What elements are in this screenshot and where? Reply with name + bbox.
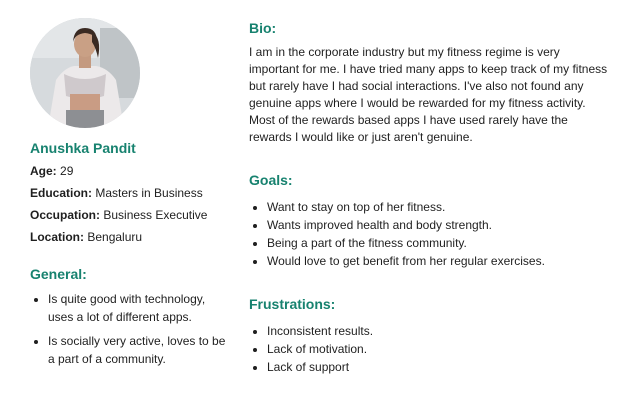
list-item: Lack of motivation.	[267, 340, 609, 358]
goals-list: Want to stay on top of her fitness. Want…	[249, 198, 609, 270]
general-list: Is quite good with technology, uses a lo…	[30, 290, 230, 368]
list-item: Want to stay on top of her fitness.	[267, 198, 609, 216]
occupation-label: Occupation:	[30, 208, 101, 222]
frustrations-heading: Frustrations:	[249, 296, 336, 312]
occupation-value: Business Executive	[103, 208, 208, 222]
list-item: Inconsistent results.	[267, 322, 609, 340]
occupation-field: Occupation: Business Executive	[30, 208, 230, 222]
age-field: Age: 29	[30, 164, 230, 178]
list-item: Would love to get benefit from her regul…	[267, 252, 609, 270]
list-item: Is quite good with technology, uses a lo…	[48, 290, 230, 326]
age-label: Age:	[30, 164, 57, 178]
list-item: Wants improved health and body strength.	[267, 216, 609, 234]
location-value: Bengaluru	[87, 230, 143, 244]
avatar	[30, 18, 140, 128]
location-field: Location: Bengaluru	[30, 230, 230, 244]
persona-profile-column: Anushka Pandit Age: 29 Education: Master…	[30, 18, 230, 374]
bio-text: I am in the corporate industry but my fi…	[249, 45, 608, 144]
persona-name: Anushka Pandit	[30, 140, 136, 156]
frustrations-list: Inconsistent results. Lack of motivation…	[249, 322, 609, 376]
avatar-photo	[30, 18, 140, 128]
list-item: Is socially very active, loves to be a p…	[48, 332, 230, 368]
list-item: Being a part of the fitness community.	[267, 234, 609, 252]
education-value: Masters in Business	[95, 186, 203, 200]
list-item: Lack of support	[267, 358, 609, 376]
general-heading: General:	[30, 266, 87, 282]
education-label: Education:	[30, 186, 92, 200]
age-value: 29	[60, 164, 74, 178]
education-field: Education: Masters in Business	[30, 186, 230, 200]
bio-heading: Bio:	[249, 20, 277, 36]
goals-heading: Goals:	[249, 172, 293, 188]
persona-details-column: Bio: I am in the corporate industry but …	[249, 20, 609, 376]
location-label: Location:	[30, 230, 84, 244]
